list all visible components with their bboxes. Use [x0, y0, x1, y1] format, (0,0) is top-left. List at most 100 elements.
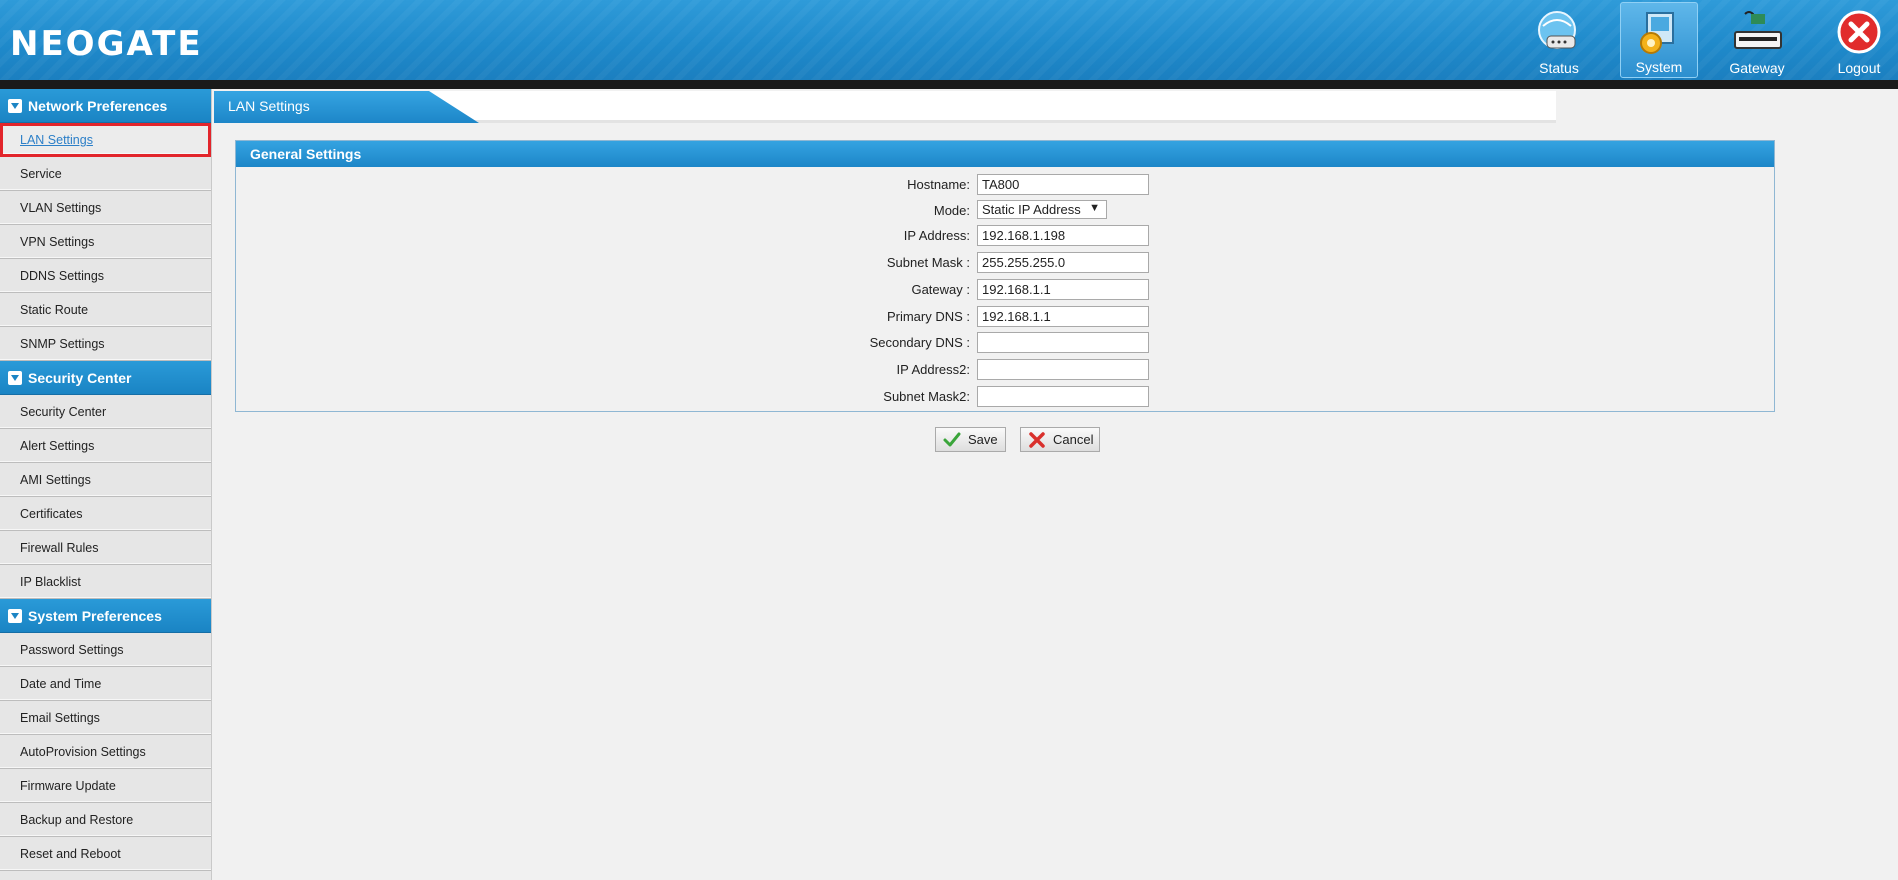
header-divider — [0, 80, 1898, 89]
sidebar-item-email-settings[interactable]: Email Settings — [0, 701, 211, 735]
sidebar-item-reset-and-reboot[interactable]: Reset and Reboot — [0, 837, 211, 871]
sidebar-item-firewall-rules[interactable]: Firewall Rules — [0, 531, 211, 565]
collapse-toggle-icon — [8, 98, 22, 113]
sidebar-item-certificates[interactable]: Certificates — [0, 497, 211, 531]
sidebar-item-ami-settings[interactable]: AMI Settings — [0, 463, 211, 497]
sidebar-item-label: LAN Settings — [20, 133, 93, 147]
section-system-preferences[interactable]: System Preferences — [0, 599, 211, 633]
section-network-preferences[interactable]: Network Preferences — [0, 89, 211, 123]
mode-row: Mode: Static IP Address ▼ — [236, 200, 1774, 222]
gateway-icon — [1734, 11, 1782, 49]
ip-address-input[interactable] — [977, 225, 1149, 246]
hostname-row: Hostname: — [236, 174, 1774, 196]
primary-dns-row: Primary DNS : — [236, 306, 1774, 328]
sidebar-item-alert-settings[interactable]: Alert Settings — [0, 429, 211, 463]
mode-label: Mode: — [933, 203, 970, 218]
sidebar-item-label: Email Settings — [20, 710, 100, 725]
sidebar-item-label: Firmware Update — [20, 778, 116, 793]
section-title: Network Preferences — [28, 97, 168, 114]
sidebar-item-label: AutoProvision Settings — [20, 744, 146, 759]
subnet-mask-label: Subnet Mask : — [886, 255, 970, 270]
sidebar-item-label: Static Route — [20, 302, 89, 317]
subnet-mask2-input[interactable] — [977, 386, 1149, 407]
ip-address-label: IP Address: — [903, 228, 970, 243]
nav-gateway-button[interactable]: Gateway — [1718, 2, 1796, 78]
section-title: System Preferences — [28, 607, 162, 624]
secondary-dns-input[interactable] — [977, 332, 1149, 353]
sidebar-item-lan-settings[interactable]: LAN Settings — [0, 123, 211, 157]
sidebar-item-label: Firewall Rules — [20, 540, 99, 555]
nav-system-label: System — [1635, 59, 1683, 75]
subnet-mask2-label: Subnet Mask2: — [883, 389, 970, 404]
save-label: Save — [968, 432, 998, 447]
sidebar-item-label: Reset and Reboot — [20, 846, 121, 861]
sidebar-item-ddns-settings[interactable]: DDNS Settings — [0, 259, 211, 293]
cancel-button[interactable]: Cancel — [1020, 427, 1100, 452]
mode-selected-value: Static IP Address — [982, 202, 1081, 217]
hostname-input[interactable] — [977, 174, 1149, 195]
mode-select[interactable]: Static IP Address ▼ — [977, 200, 1107, 219]
sidebar-item-vlan-settings[interactable]: VLAN Settings — [0, 191, 211, 225]
sidebar-item-label: AMI Settings — [20, 472, 91, 487]
tab-lan-settings[interactable]: LAN Settings — [214, 91, 479, 123]
sidebar-item-ip-blacklist[interactable]: IP Blacklist — [0, 565, 211, 599]
sidebar-item-service[interactable]: Service — [0, 157, 211, 191]
top-header: NEOGATE Status System Gateway Logout — [0, 0, 1898, 80]
cancel-label: Cancel — [1053, 432, 1094, 447]
nav-gateway-label: Gateway — [1729, 60, 1785, 76]
nav-status-label: Status — [1539, 60, 1579, 76]
subnet-mask-row: Subnet Mask : — [236, 252, 1774, 274]
hostname-label: Hostname: — [907, 177, 970, 192]
save-button[interactable]: Save — [935, 427, 1006, 452]
panel-title: General Settings — [236, 141, 1774, 167]
sidebar-item-backup-and-restore[interactable]: Backup and Restore — [0, 803, 211, 837]
gateway-input[interactable] — [977, 279, 1149, 300]
nav-system-button[interactable]: System — [1620, 2, 1698, 78]
section-security-center[interactable]: Security Center — [0, 361, 211, 395]
sidebar-item-security-center[interactable]: Security Center — [0, 395, 211, 429]
system-icon — [1640, 12, 1674, 54]
subnet-mask2-row: Subnet Mask2: — [236, 386, 1774, 408]
general-settings-panel: General Settings Hostname: Mode: Static … — [235, 140, 1775, 412]
page-tab-bar: LAN Settings — [214, 91, 1556, 123]
logout-icon — [1837, 10, 1881, 54]
sidebar-item-label: VLAN Settings — [20, 200, 102, 215]
ip-address2-input[interactable] — [977, 359, 1149, 380]
gateway-row: Gateway : — [236, 279, 1774, 301]
secondary-dns-row: Secondary DNS : — [236, 332, 1774, 354]
status-icon — [1538, 11, 1576, 49]
sidebar-item-label: Alert Settings — [20, 438, 95, 453]
ip-address2-label: IP Address2: — [896, 362, 970, 377]
subnet-mask-input[interactable] — [977, 252, 1149, 273]
primary-dns-label: Primary DNS : — [886, 309, 970, 324]
cancel-x-icon — [1027, 430, 1047, 450]
dropdown-arrow-icon: ▼ — [1089, 202, 1100, 214]
sidebar-item-label: Certificates — [20, 506, 83, 521]
primary-dns-input[interactable] — [977, 306, 1149, 327]
sidebar-item-vpn-settings[interactable]: VPN Settings — [0, 225, 211, 259]
collapse-toggle-icon — [8, 370, 22, 385]
sidebar-item-label: DDNS Settings — [20, 268, 105, 283]
sidebar-item-label: Service — [20, 166, 62, 181]
gateway-label: Gateway : — [911, 282, 970, 297]
sidebar-item-firmware-update[interactable]: Firmware Update — [0, 769, 211, 803]
secondary-dns-label: Secondary DNS : — [869, 335, 970, 350]
sidebar-item-label: Backup and Restore — [20, 812, 134, 827]
neogate-logo: NEOGATE — [10, 24, 203, 64]
sidebar-item-label: IP Blacklist — [20, 574, 81, 589]
nav-status-button[interactable]: Status — [1520, 2, 1598, 78]
sidebar-item-snmp-settings[interactable]: SNMP Settings — [0, 327, 211, 361]
sidebar-item-label: Date and Time — [20, 676, 102, 691]
section-title: Security Center — [28, 369, 132, 386]
sidebar-item-password-settings[interactable]: Password Settings — [0, 633, 211, 667]
sidebar-item-label: SNMP Settings — [20, 336, 105, 351]
checkmark-icon — [942, 430, 962, 450]
sidebar-item-label: VPN Settings — [20, 234, 95, 249]
sidebar-item-date-and-time[interactable]: Date and Time — [0, 667, 211, 701]
ip-address-row: IP Address: — [236, 225, 1774, 247]
sidebar-item-autoprovision-settings[interactable]: AutoProvision Settings — [0, 735, 211, 769]
sidebar-item-label: Security Center — [20, 404, 107, 419]
ip-address2-row: IP Address2: — [236, 359, 1774, 381]
nav-logout-button[interactable]: Logout — [1820, 2, 1898, 78]
sidebar-item-static-route[interactable]: Static Route — [0, 293, 211, 327]
